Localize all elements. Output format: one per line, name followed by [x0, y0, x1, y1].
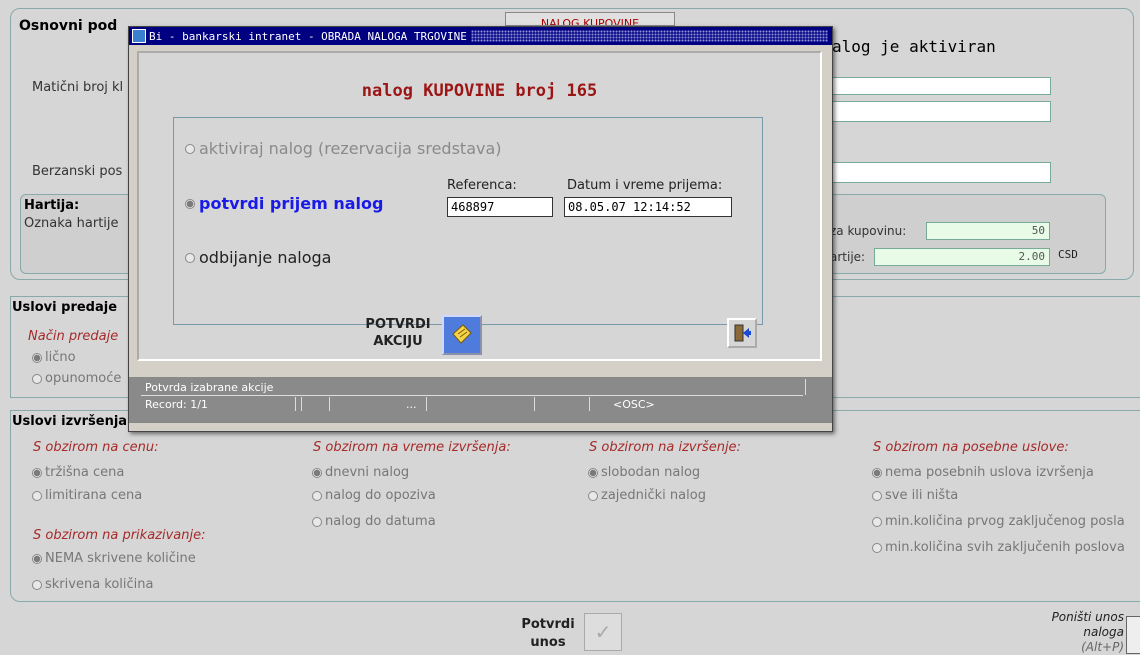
maticni-broj-label: Matični broj kl	[32, 80, 124, 95]
radio-selected-icon	[32, 352, 42, 363]
uslovi-izvrsenja-panel	[10, 410, 1140, 602]
trzisna-cena-radio[interactable]: tržišna cena	[32, 465, 124, 480]
dialog-heading: nalog KUPOVINE broj 165	[361, 81, 598, 101]
limitirana-cena-radio[interactable]: limitirana cena	[32, 488, 142, 503]
checkmark-icon: ✓	[594, 620, 612, 644]
posebni-group-title: S obzirom na posebne uslove:	[873, 440, 1069, 455]
referenca-label: Referenca:	[447, 178, 517, 193]
radio-empty-icon	[185, 252, 195, 263]
aktiviraj-nalog-radio[interactable]: aktiviraj nalog (rezervacija sredstava)	[185, 139, 502, 158]
kolicina-field[interactable]: 50	[926, 222, 1050, 240]
slobodan-nalog-radio[interactable]: slobodan nalog	[588, 465, 700, 480]
potvrdi-unos-button[interactable]: ✓	[584, 613, 622, 651]
order-status-text: alog je aktiviran	[832, 37, 996, 56]
app-icon	[132, 29, 146, 43]
radio-empty-icon	[872, 490, 882, 501]
potvrdi-akciju-button[interactable]	[442, 315, 482, 355]
potvrdi-unos-label: Potvrdi unos	[521, 617, 575, 650]
datum-label: Datum i vreme prijema:	[567, 178, 723, 193]
currency-label: CSD	[1058, 248, 1078, 261]
cena-field[interactable]: 2.00	[874, 248, 1050, 266]
skrivena-kolicina-radio[interactable]: skrivena količina	[32, 577, 154, 592]
radio-empty-icon	[32, 490, 42, 501]
radio-selected-icon	[312, 467, 322, 478]
maticni-broj-field[interactable]	[830, 77, 1051, 95]
nalog-do-datuma-radio[interactable]: nalog do datuma	[312, 514, 436, 529]
radio-selected-icon	[32, 553, 42, 564]
note-icon	[452, 324, 472, 344]
min-kolicina-svih-radio[interactable]: min.količina svih zaključenih poslova	[872, 540, 1140, 555]
status-ellipsis: ...	[406, 398, 417, 411]
nema-posebnih-uslova-radio[interactable]: nema posebnih uslova izvršenja	[872, 465, 1094, 480]
nalog-do-opoziva-radio[interactable]: nalog do opoziva	[312, 488, 436, 503]
kolicina-label: za kupovinu:	[830, 224, 907, 238]
naziv-klijenta-field[interactable]	[830, 101, 1051, 122]
izvrsenje-group-title: S obzirom na izvršenje:	[589, 440, 741, 455]
uslovi-predaje-title: Uslovi predaje	[12, 300, 118, 315]
radio-empty-icon	[32, 579, 42, 590]
exit-door-icon	[734, 324, 751, 342]
potvrdi-prijem-radio[interactable]: potvrdi prijem nalog	[185, 194, 383, 213]
odbijanje-naloga-radio[interactable]: odbijanje naloga	[185, 248, 331, 267]
berzanski-posrednik-field[interactable]	[830, 162, 1051, 183]
berzanski-posrednik-label: Berzanski pos	[32, 164, 123, 179]
radio-empty-icon	[588, 490, 598, 501]
uslovi-izvrsenja-title: Uslovi izvršenja	[12, 414, 128, 429]
radio-empty-icon	[872, 542, 882, 553]
radio-selected-icon	[185, 198, 195, 209]
dialog-status-bar: Potvrda izabrane akcije Record: 1/1 ... …	[129, 377, 832, 423]
nema-skrivene-radio[interactable]: NEMA skrivene količine	[32, 551, 196, 566]
osnovni-podaci-title: Osnovni pod	[19, 18, 118, 34]
radio-empty-icon	[185, 143, 195, 154]
sve-ili-nista-radio[interactable]: sve ili ništa	[872, 488, 958, 503]
radio-selected-icon	[588, 467, 598, 478]
nacin-predaje-subtitle: Način predaje	[28, 329, 119, 344]
order-type-stamp: NALOG KUPOVINE	[505, 12, 675, 26]
licno-radio[interactable]: lično	[32, 350, 76, 365]
zajednicki-nalog-radio[interactable]: zajednički nalog	[588, 488, 706, 503]
dialog-title-bar[interactable]: Bi - bankarski intranet - OBRADA NALOGA …	[129, 27, 832, 45]
dialog-content: nalog KUPOVINE broj 165 aktiviraj nalog …	[137, 51, 822, 361]
record-indicator: Record: 1/1	[145, 398, 208, 411]
referenca-input[interactable]: 468897	[447, 197, 553, 217]
dnevni-nalog-radio[interactable]: dnevni nalog	[312, 465, 409, 480]
status-osc: <OSC>	[613, 398, 655, 411]
radio-empty-icon	[32, 373, 42, 384]
hartija-title: Hartija:	[24, 198, 80, 213]
dialog-title: Bi - bankarski intranet - OBRADA NALOGA …	[149, 29, 467, 43]
ponisti-unos-button[interactable]	[1126, 616, 1140, 654]
ponisti-unos-label: Poništi unos naloga (Alt+P)	[1051, 610, 1124, 654]
radio-selected-icon	[32, 467, 42, 478]
vreme-group-title: S obzirom na vreme izvršenja:	[313, 440, 511, 455]
radio-selected-icon	[872, 467, 882, 478]
oznaka-hartije-label: Oznaka hartije	[24, 216, 119, 231]
radio-empty-icon	[312, 490, 322, 501]
exit-button[interactable]	[727, 318, 757, 348]
obrada-naloga-dialog: Bi - bankarski intranet - OBRADA NALOGA …	[128, 26, 833, 432]
radio-empty-icon	[312, 516, 322, 527]
potvrdi-akciju-label: POTVRDI AKCIJU	[365, 317, 431, 349]
status-message: Potvrda izabrane akcije	[145, 381, 274, 394]
radio-empty-icon	[872, 516, 882, 527]
datum-input[interactable]: 08.05.07 12:14:52	[564, 197, 732, 217]
cena-group-title: S obzirom na cenu:	[33, 440, 159, 455]
cena-label: artije:	[830, 250, 866, 264]
opunomocenik-radio[interactable]: opunomoće	[32, 371, 121, 386]
min-kolicina-prvog-radio[interactable]: min.količina prvog zaključenog posla	[872, 514, 1140, 529]
prikazivanje-group-title: S obzirom na prikazivanje:	[33, 528, 206, 543]
